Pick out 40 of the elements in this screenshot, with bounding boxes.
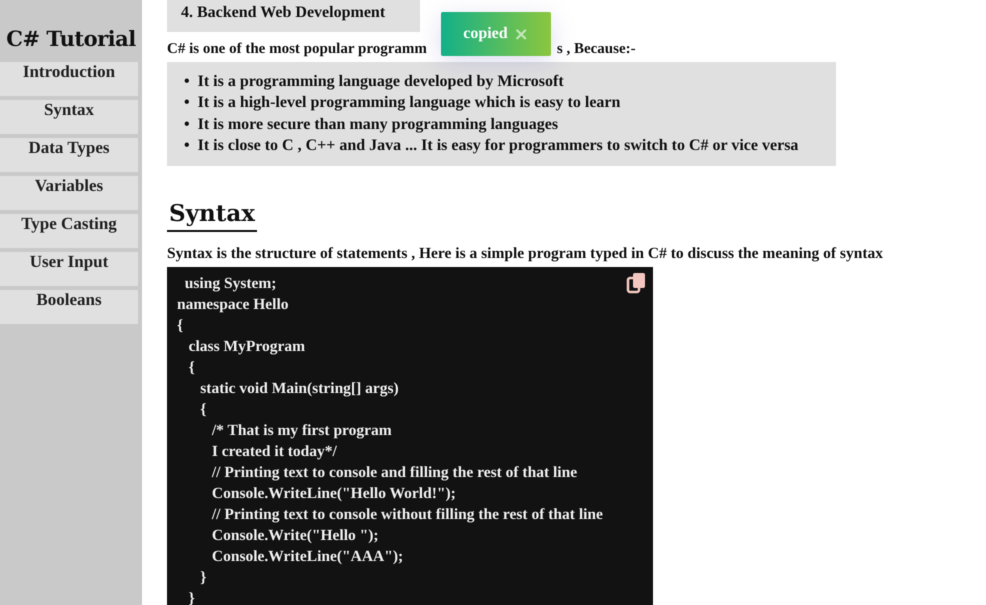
list-item: 4. Backend Web Development (181, 4, 386, 22)
bullet-item: It is close to C , C++ and Java ... It is easy for programmers to switch to C# or vice versa (198, 136, 798, 156)
code-line: namespace Hello (177, 294, 288, 315)
code-line: I created it today*/ (210, 442, 337, 462)
sidebar-link[interactable]: Introduction (0, 62, 138, 96)
sidebar-title: C# Tutorial (5, 25, 137, 53)
sidebar-link[interactable]: Variables (0, 176, 138, 210)
intro-text: C# is one of the most popular programm (167, 40, 427, 58)
sidebar-link[interactable]: Type Casting (0, 214, 138, 248)
code-line: } (188, 588, 195, 605)
code-line: Console.WriteLine("Hello World!"); (210, 484, 456, 504)
sidebar-link[interactable]: User Input (0, 252, 138, 286)
section-heading: Syntax (167, 200, 257, 232)
bullet-mark: • (184, 72, 190, 92)
code-line: // Printing text to console without filling the rest of that line (210, 504, 603, 525)
code-line: Console.Write("Hello "); (210, 526, 379, 546)
bullet-item: It is more secure than many programming languages (198, 114, 558, 135)
code-line: } (199, 568, 206, 588)
code-line: using System; (184, 274, 276, 294)
bullet-mark: • (184, 114, 190, 135)
code-line: { (177, 316, 184, 336)
code-line: Console.WriteLine("AAA"); (210, 546, 404, 567)
copy-button[interactable] (626, 272, 648, 294)
bullet-mark: • (184, 93, 190, 114)
code-line: /* That is my first program (210, 420, 392, 441)
code-line: class MyProgram (188, 336, 305, 357)
section-description: Syntax is the structure of statements , Here is a simple program typed in C# to discuss the meaning of syntax (167, 244, 884, 263)
sidebar-link[interactable]: Booleans (0, 290, 138, 324)
copy-icon (626, 272, 648, 294)
sidebar-link[interactable]: Syntax (0, 100, 138, 134)
toast-message: copied (463, 25, 508, 43)
intro-text: s , Because:- (556, 40, 636, 58)
sidebar-link[interactable]: Data Types (0, 138, 138, 172)
code-line: { (188, 358, 195, 378)
code-line: // Printing text to console and filling the rest of that line (210, 462, 578, 483)
bullet-mark: • (184, 136, 190, 156)
code-line: static void Main(string[] args) (199, 378, 399, 399)
bullet-item: It is a high-level programming language which is easy to learn (198, 93, 620, 114)
bullet-item: It is a programming language developed by Microsoft (198, 72, 564, 92)
code-line: { (199, 400, 206, 420)
